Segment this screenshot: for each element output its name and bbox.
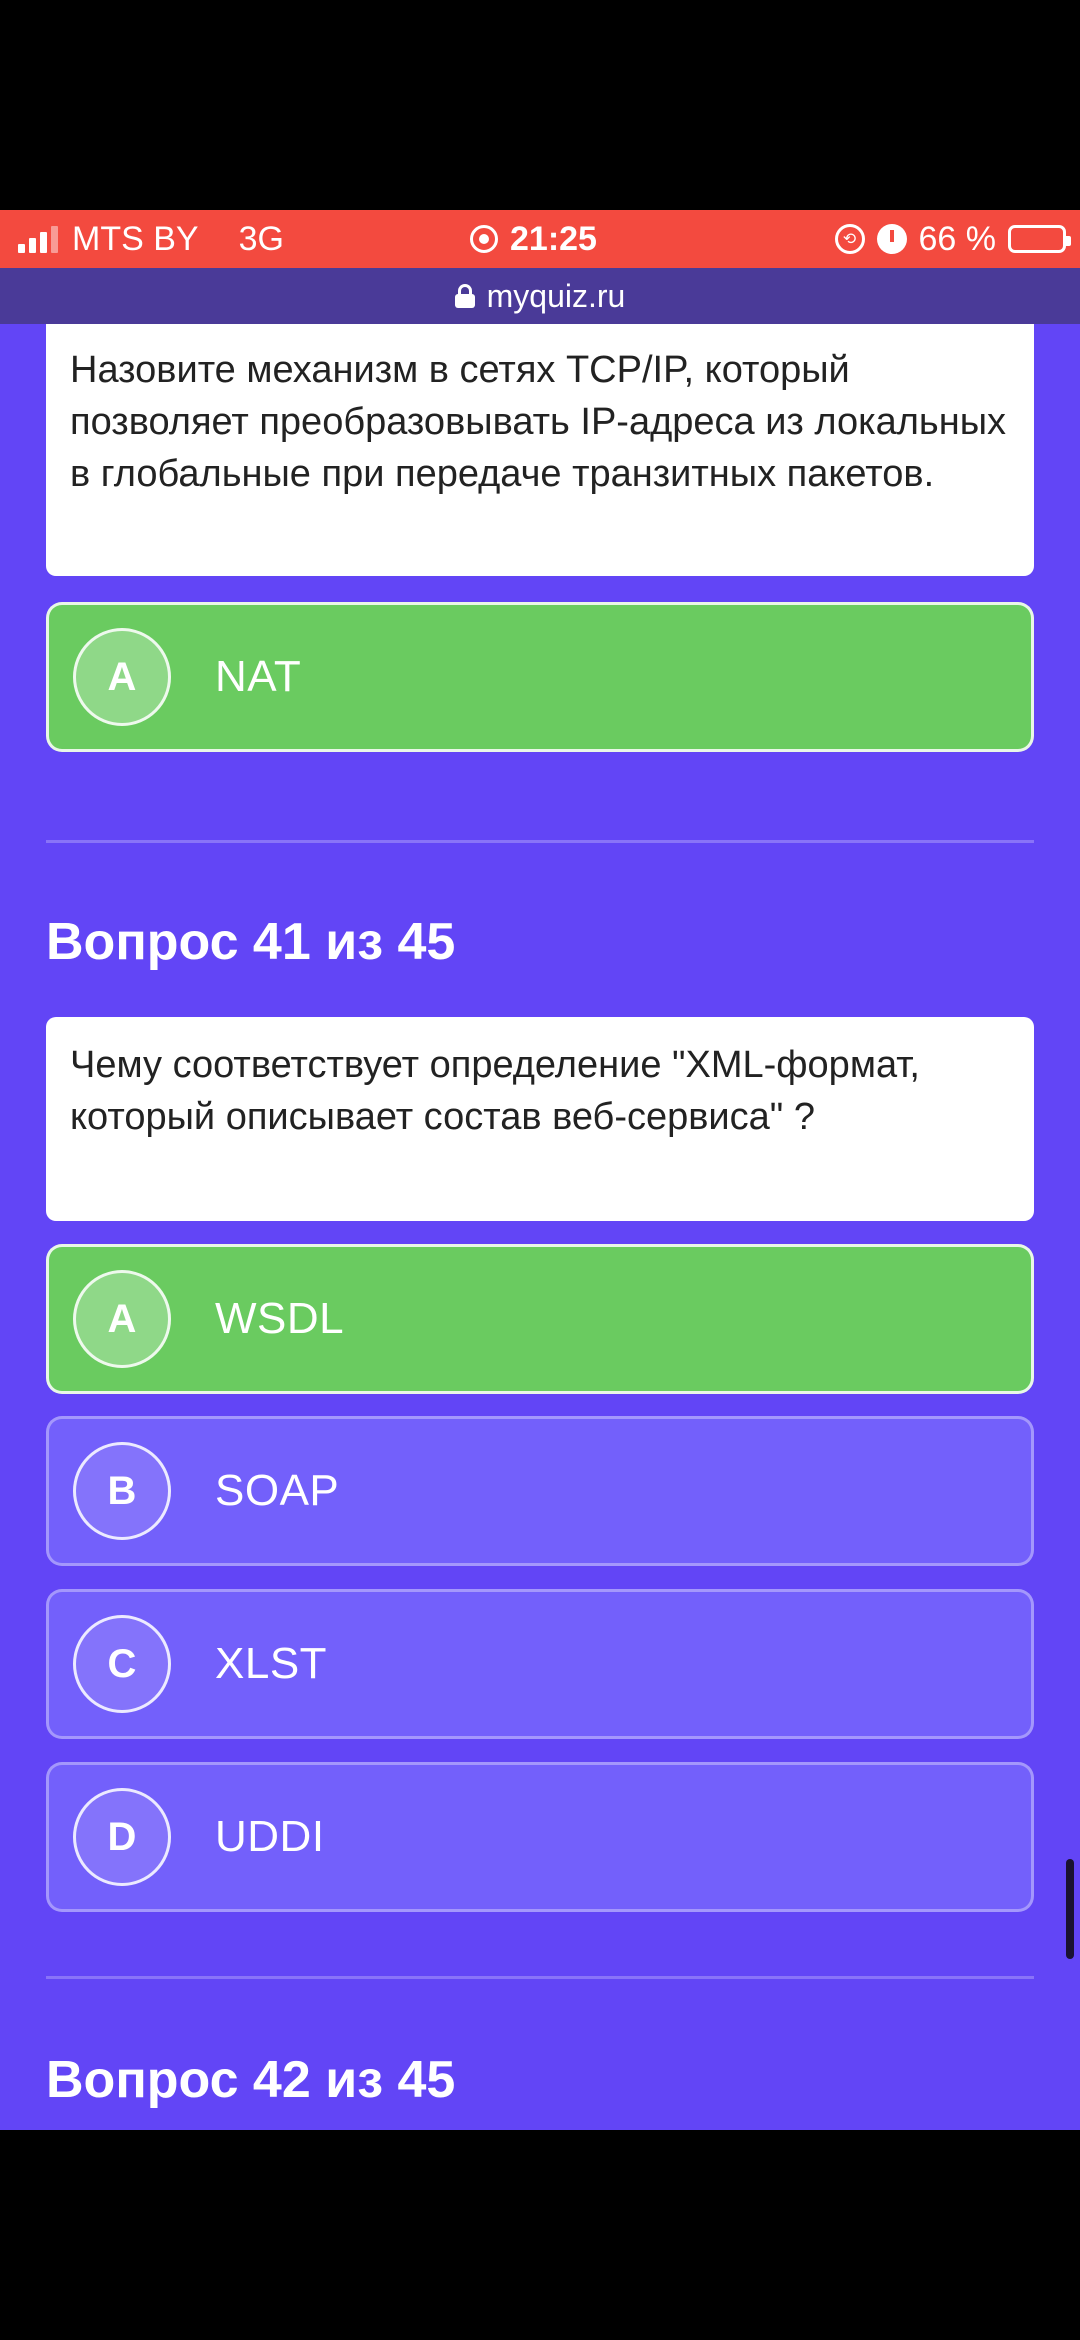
signal-icon (18, 225, 58, 253)
option-label: WSDL (215, 1294, 345, 1343)
section-divider (46, 840, 1034, 843)
status-right: ⟲ 66 % (834, 210, 1071, 268)
clock: 21:25 (510, 219, 597, 258)
rotation-lock-icon: ⟲ (834, 224, 865, 254)
option-label: NAT (215, 652, 302, 701)
option-label: SOAP (215, 1466, 340, 1515)
option-letter: D (73, 1788, 171, 1886)
screen-record-icon (470, 225, 498, 253)
question-title: Вопрос 41 из 45 (46, 913, 456, 971)
answer-option-a[interactable]: A WSDL (46, 1244, 1034, 1394)
padlock-icon (454, 284, 475, 308)
question-text: Чему соответствует определение "XML-форм… (70, 1044, 920, 1138)
option-letter: C (73, 1615, 171, 1713)
battery-icon (1008, 225, 1071, 253)
question-text: Назовите механизм в сетях TCP/IP, которы… (70, 349, 1007, 495)
option-letter: A (73, 1270, 171, 1368)
answer-option-b[interactable]: B SOAP (46, 1416, 1034, 1566)
url-text: myquiz.ru (486, 277, 626, 314)
scrollbar-thumb[interactable] (1066, 1859, 1074, 1959)
battery-percent: 66 % (918, 219, 997, 258)
option-label: XLST (215, 1639, 328, 1688)
option-letter: B (73, 1442, 171, 1540)
alarm-icon (876, 224, 907, 254)
status-left: MTS BY 3G (18, 210, 284, 268)
carrier-name: MTS BY (72, 219, 199, 258)
option-letter: A (73, 628, 171, 726)
question-card-41: Чему соответствует определение "XML-форм… (46, 1017, 1034, 1221)
answer-option-a[interactable]: A NAT (46, 602, 1034, 752)
question-card-40: Назовите механизм в сетях TCP/IP, которы… (46, 324, 1034, 576)
status-bar: MTS BY 3G 21:25 ⟲ 66 % (0, 210, 1080, 268)
status-center: 21:25 (470, 210, 597, 268)
address-bar[interactable]: myquiz.ru (0, 268, 1080, 324)
quiz-page: Назовите механизм в сетях TCP/IP, которы… (0, 324, 1080, 2130)
question-title: Вопрос 42 из 45 (46, 2051, 456, 2109)
network-type: 3G (238, 219, 284, 258)
phone-screen: MTS BY 3G 21:25 ⟲ 66 % myquiz.ru Назовит… (0, 0, 1080, 2340)
answer-option-c[interactable]: C XLST (46, 1589, 1034, 1739)
option-label: UDDI (215, 1812, 325, 1861)
answer-option-d[interactable]: D UDDI (46, 1762, 1034, 1912)
section-divider (46, 1976, 1034, 1979)
